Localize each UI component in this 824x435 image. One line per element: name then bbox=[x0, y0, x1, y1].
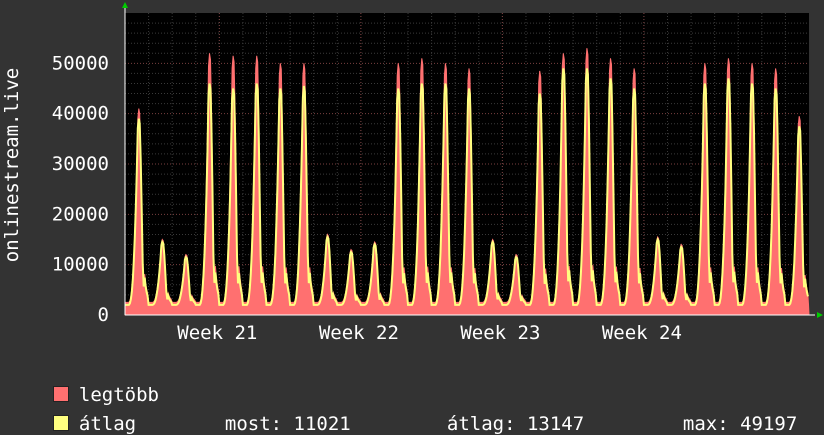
stat-max: max: 49197 bbox=[682, 413, 798, 435]
x-tick-labels: Week 21 Week 22 Week 23 Week 24 bbox=[177, 322, 682, 344]
legend-swatch-avg bbox=[52, 415, 69, 431]
y-axis-arrow bbox=[122, 2, 128, 8]
y-tick-label: 20000 bbox=[52, 203, 109, 225]
x-tick-label: Week 22 bbox=[319, 322, 399, 344]
stat-now: most: 11021 bbox=[224, 413, 351, 435]
y-tick-label: 40000 bbox=[52, 103, 109, 125]
x-axis-arrow bbox=[817, 312, 823, 318]
y-tick-label: 30000 bbox=[52, 153, 109, 175]
y-tick-label: 0 bbox=[98, 304, 109, 326]
x-tick-label: Week 21 bbox=[177, 322, 257, 344]
x-tick-label: Week 23 bbox=[460, 322, 540, 344]
y-axis-label: onlinestream.live bbox=[1, 68, 23, 262]
y-tick-label: 50000 bbox=[52, 52, 109, 74]
y-tick-label: 10000 bbox=[52, 254, 109, 276]
legend-label-avg: átlag bbox=[78, 413, 137, 435]
stat-avg: átlag: 13147 bbox=[446, 413, 585, 435]
x-tick-label: Week 24 bbox=[602, 322, 682, 344]
y-tick-labels: 0 10000 20000 30000 40000 50000 bbox=[52, 52, 109, 326]
legend-row-avg: átlag most: 11021 átlag: 13147 max: 49197 bbox=[30, 391, 797, 435]
